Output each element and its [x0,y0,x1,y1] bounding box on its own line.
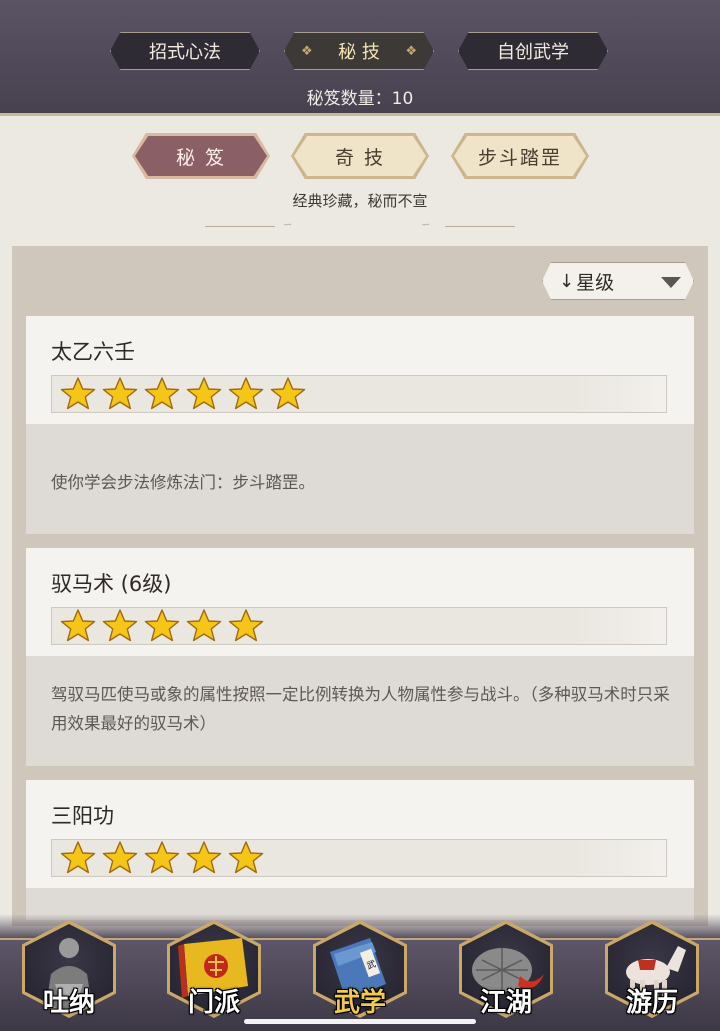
nav-tuna-label: 吐纳 [42,988,95,1018]
star-icon [228,609,264,642]
sort-label: 星级 [576,271,615,294]
sub-tabs: 秘 笈 奇 技 步斗踏罡 [0,133,720,179]
star-icon [144,841,180,874]
manual-description: 使你学会步法修炼法门：步斗踏罡。 [51,473,315,492]
subtab-footwork[interactable]: 步斗踏罡 [454,136,586,176]
nav-travel[interactable]: 游历 [603,920,701,1025]
manual-title: 驭马术 (6级) [51,572,172,596]
ornament-divider: ∽ ∽ [205,218,515,231]
home-indicator[interactable] [244,1019,476,1024]
top-tabs: 招式心法 ❖ 秘 技 ❖ 自创武学 [0,32,720,72]
star-icon [228,841,264,874]
star-icon [186,609,222,642]
nav-jianghu[interactable]: 江湖 [457,920,555,1025]
star-icon [270,377,306,410]
nav-travel-label: 游历 [625,988,678,1018]
card-body: 驾驭马匹使马或象的属性按照一定比例转换为人物属性参与战斗。（多种驭马术时只采用效… [26,656,694,766]
header-bar: 招式心法 ❖ 秘 技 ❖ 自创武学 秘笈数量：10 [0,0,720,116]
manual-title: 太乙六壬 [51,340,135,364]
ornament-icon: ❖ [301,44,313,59]
star-icon [186,377,222,410]
ornament-icon: ❖ [405,44,417,59]
manual-description: 驾驭马匹使马或象的属性按照一定比例转换为人物属性参与战斗。（多种驭马术时只采用效… [51,685,670,733]
star-icon [102,377,138,410]
star-rating [51,375,667,413]
subtab-special-skills-label: 奇 技 [334,146,386,169]
card-body: 使你学会步法修炼法门：步斗踏罡。 [26,424,694,534]
tab-moves-label: 招式心法 [149,42,221,63]
nav-martial[interactable]: 武 武学 [311,920,409,1025]
tab-custom-martial-label: 自创武学 [497,42,569,63]
sort-dropdown[interactable]: ↓ 星级 [542,262,694,300]
subtab-footwork-label: 步斗踏罡 [477,146,562,169]
tab-secret-skills-label: 秘 技 [338,42,380,63]
nav-jianghu-label: 江湖 [479,988,532,1018]
manual-card[interactable]: 太乙六壬 使你学会步法修炼法门：步斗踏罡。 [26,316,694,534]
star-icon [228,377,264,410]
star-rating [51,839,667,877]
tab-moves[interactable]: 招式心法 [110,32,260,70]
subtab-manuals[interactable]: 秘 笈 [135,136,267,176]
manual-title: 三阳功 [51,804,114,828]
star-icon [186,841,222,874]
section-subtitle: 经典珍藏，秘而不宣 [292,192,428,210]
nav-sect-label: 门派 [187,988,240,1018]
star-icon [144,609,180,642]
manual-card[interactable]: 三阳功 [26,780,694,920]
star-icon [102,609,138,642]
nav-sect[interactable]: 门派 [165,920,263,1025]
nav-tuna[interactable]: 吐纳 [20,920,118,1025]
subtab-manuals-label: 秘 笈 [175,146,227,169]
subtab-special-skills[interactable]: 奇 技 [294,136,426,176]
card-header: 三阳功 [26,780,694,888]
nav-martial-label: 武学 [333,988,386,1018]
tab-secret-skills[interactable]: ❖ 秘 技 ❖ [284,32,434,70]
card-header: 太乙六壬 [26,316,694,424]
star-icon [60,377,96,410]
card-header: 驭马术 (6级) [26,548,694,656]
manual-count: 秘笈数量：10 [306,89,414,109]
star-rating [51,607,667,645]
manual-card[interactable]: 驭马术 (6级) 驾驭马匹使马或象的属性按照一定比例转换为人物属性参与战斗。（多… [26,548,694,766]
star-icon [60,609,96,642]
tab-custom-martial[interactable]: 自创武学 [458,32,608,70]
star-icon [102,841,138,874]
star-icon [60,841,96,874]
sort-arrow-icon: ↓ [559,270,575,292]
star-icon [144,377,180,410]
chevron-down-icon [661,277,681,288]
